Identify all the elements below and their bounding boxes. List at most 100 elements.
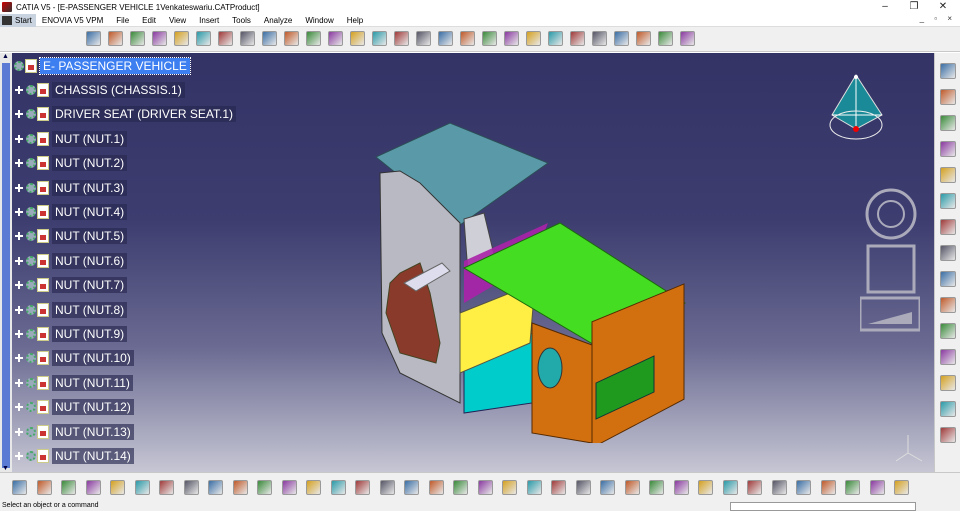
tree-node[interactable]: NUT (NUT.12) (14, 398, 134, 416)
paste-icon[interactable] (159, 480, 174, 495)
tree-node[interactable]: DRIVER SEAT (DRIVER SEAT.1) (14, 105, 237, 123)
flexible-subassembly-icon[interactable] (570, 31, 585, 46)
axis-icon[interactable] (940, 297, 956, 313)
expand-icon[interactable] (14, 378, 24, 388)
shading-icon[interactable] (477, 480, 493, 495)
graph-tree-icon[interactable] (196, 31, 211, 46)
3d-viewport[interactable]: ▲ ▼ E- PASSENGER VEHICLE CHASSIS (CHASSI… (0, 53, 934, 472)
weld-icon[interactable] (940, 271, 956, 287)
material-icon[interactable] (940, 63, 956, 79)
coincidence-constraint-icon[interactable] (416, 31, 431, 46)
menu-view[interactable]: View (169, 16, 186, 25)
swap-space-icon[interactable] (526, 480, 542, 495)
close-button[interactable]: ✕ (930, 0, 956, 14)
change-constraint-icon[interactable] (592, 31, 607, 46)
quick-constraint-icon[interactable] (548, 31, 563, 46)
minimize-button[interactable]: – (872, 0, 898, 14)
part-icon[interactable] (130, 31, 145, 46)
view-manipulator-controls[interactable] (860, 186, 920, 336)
vehicle-model[interactable] (360, 113, 700, 443)
redo-icon[interactable] (208, 480, 223, 495)
expand-icon[interactable] (14, 207, 24, 217)
expand-icon[interactable] (14, 134, 24, 144)
open-icon[interactable] (36, 480, 52, 495)
tree-node[interactable]: NUT (NUT.6) (14, 252, 128, 270)
pan-control-icon[interactable] (866, 244, 916, 294)
sketch-icon[interactable] (649, 480, 664, 495)
manipulation-icon[interactable] (328, 31, 343, 46)
tree-node[interactable]: NUT (NUT.7) (14, 276, 128, 294)
save-icon[interactable] (61, 480, 76, 495)
fix-constraint-icon[interactable] (504, 31, 519, 46)
fit-all-icon[interactable] (281, 480, 297, 495)
sectioning-icon[interactable] (771, 480, 787, 495)
menu-insert[interactable]: Insert (199, 16, 219, 25)
catalog-icon[interactable] (680, 31, 695, 46)
tree-node[interactable]: NUT (NUT.2) (14, 154, 128, 172)
menu-edit[interactable]: Edit (142, 16, 156, 25)
clash-icon[interactable] (747, 480, 762, 495)
restore-button[interactable]: ❐ (901, 0, 927, 14)
tree-scrollbar[interactable]: ▲ ▼ (0, 53, 12, 472)
annotation-icon[interactable] (940, 219, 956, 235)
measure-icon[interactable] (575, 480, 591, 495)
reuse-pattern-icon[interactable] (614, 31, 629, 46)
tree-node[interactable]: NUT (NUT.1) (14, 130, 128, 148)
generate-numbering-icon[interactable] (218, 31, 233, 46)
contact-constraint-icon[interactable] (438, 31, 453, 46)
hide-show-icon[interactable] (502, 480, 517, 495)
menu-file[interactable]: File (116, 16, 129, 25)
print-icon[interactable] (85, 480, 101, 495)
tree-node[interactable]: NUT (NUT.4) (14, 203, 128, 221)
expand-icon[interactable] (14, 329, 24, 339)
iso-view-icon[interactable] (453, 480, 468, 495)
multi-view-icon[interactable] (428, 480, 444, 495)
expand-icon[interactable] (14, 85, 24, 95)
paint-icon[interactable] (940, 323, 956, 339)
expand-icon[interactable] (14, 305, 24, 315)
offset-constraint-icon[interactable] (460, 31, 475, 46)
lock-icon[interactable] (869, 480, 885, 495)
expand-icon[interactable] (14, 231, 24, 241)
render-icon[interactable] (940, 89, 956, 105)
component-icon[interactable] (108, 31, 123, 46)
scene-icon[interactable] (658, 31, 673, 46)
text-icon[interactable] (940, 245, 956, 261)
measure-item-icon[interactable] (940, 141, 956, 157)
expand-icon[interactable] (14, 256, 24, 266)
tree-node[interactable]: NUT (NUT.14) (14, 447, 134, 465)
new-icon[interactable] (12, 480, 27, 495)
compass-icon[interactable] (826, 73, 890, 153)
explode-icon[interactable] (372, 31, 387, 46)
menu-help[interactable]: Help (347, 16, 363, 25)
expand-icon[interactable] (14, 353, 24, 363)
update-icon[interactable] (636, 31, 651, 46)
whats-this-icon[interactable] (232, 480, 248, 495)
scroll-down-arrow-icon[interactable]: ▼ (2, 465, 9, 472)
measure-inertia-icon[interactable] (940, 167, 956, 183)
table-icon[interactable] (624, 480, 640, 495)
rotate-icon[interactable] (330, 480, 346, 495)
undo-icon[interactable] (183, 480, 199, 495)
fly-mode-icon[interactable] (257, 480, 272, 495)
pan-icon[interactable] (306, 480, 321, 495)
expand-icon[interactable] (14, 402, 24, 412)
manage-representations-icon[interactable] (262, 31, 277, 46)
menu-enovia[interactable]: ENOVIA V5 VPM (42, 16, 103, 25)
knowledge-icon[interactable] (600, 480, 615, 495)
zoom-out-icon[interactable] (379, 480, 395, 495)
publish-icon[interactable] (820, 480, 836, 495)
expand-icon[interactable] (14, 158, 24, 168)
tree-root[interactable]: E- PASSENGER VEHICLE (14, 57, 191, 75)
stop-manipulation-icon[interactable] (394, 31, 409, 46)
multi-instantiation-icon[interactable] (284, 31, 299, 46)
menu-analyze[interactable]: Analyze (264, 16, 292, 25)
angle-constraint-icon[interactable] (482, 31, 497, 46)
menu-window[interactable]: Window (305, 16, 333, 25)
rotate-control-icon[interactable] (865, 188, 917, 240)
scene-edit-icon[interactable] (940, 427, 956, 443)
catia-logo-icon[interactable] (894, 480, 909, 495)
expand-icon[interactable] (14, 280, 24, 290)
section-icon[interactable] (940, 375, 956, 391)
tree-node[interactable]: NUT (NUT.13) (14, 423, 134, 441)
